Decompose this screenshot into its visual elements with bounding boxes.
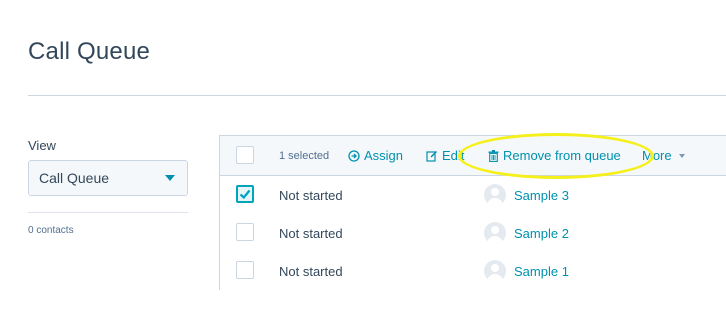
call-queue-table: 1 selected Assign Edit Remove from queue [219, 135, 726, 290]
row-checkbox[interactable] [236, 261, 254, 279]
checkmark-icon [239, 189, 251, 200]
view-select-value: Call Queue [39, 170, 110, 186]
contact-name: Sample 1 [514, 263, 569, 279]
view-label: View [28, 138, 56, 153]
avatar [484, 184, 506, 206]
view-select[interactable]: Call Queue [28, 160, 188, 196]
assign-label: Assign [364, 148, 404, 163]
more-label: More [642, 148, 672, 163]
table-row[interactable]: Not started Sample 3 [220, 176, 726, 215]
table-row[interactable]: Not started Sample 1 [220, 252, 726, 290]
selected-count: 1 selected [279, 149, 330, 162]
sidebar-divider [28, 212, 188, 213]
title-divider [28, 95, 726, 96]
edit-label: Edit [442, 148, 465, 163]
contact-link[interactable]: Sample 2 [484, 214, 569, 252]
row-checkbox[interactable] [236, 185, 254, 203]
row-status: Not started [279, 263, 343, 279]
contact-link[interactable]: Sample 1 [484, 252, 569, 290]
page-title: Call Queue [28, 38, 151, 65]
row-checkbox[interactable] [236, 223, 254, 241]
remove-from-queue-label: Remove from queue [503, 148, 621, 163]
avatar [484, 222, 506, 244]
contact-name: Sample 3 [514, 187, 569, 203]
edit-icon [426, 150, 438, 162]
contact-name: Sample 2 [514, 225, 569, 241]
row-status: Not started [279, 187, 343, 203]
trash-icon [488, 149, 499, 162]
assign-button[interactable]: Assign [348, 136, 403, 175]
select-all-checkbox[interactable] [236, 146, 254, 164]
edit-button[interactable]: Edit [426, 136, 464, 175]
row-status: Not started [279, 225, 343, 241]
more-dropdown[interactable]: More [642, 136, 685, 175]
table-header: 1 selected Assign Edit Remove from queue [220, 136, 726, 176]
table-row[interactable]: Not started Sample 2 [220, 214, 726, 253]
caret-down-icon [165, 175, 175, 181]
avatar [484, 260, 506, 282]
caret-down-icon [678, 153, 685, 158]
remove-from-queue-button[interactable]: Remove from queue [488, 136, 621, 175]
contact-count: 0 contacts [28, 225, 74, 236]
assign-icon [348, 149, 360, 162]
contact-link[interactable]: Sample 3 [484, 176, 569, 214]
